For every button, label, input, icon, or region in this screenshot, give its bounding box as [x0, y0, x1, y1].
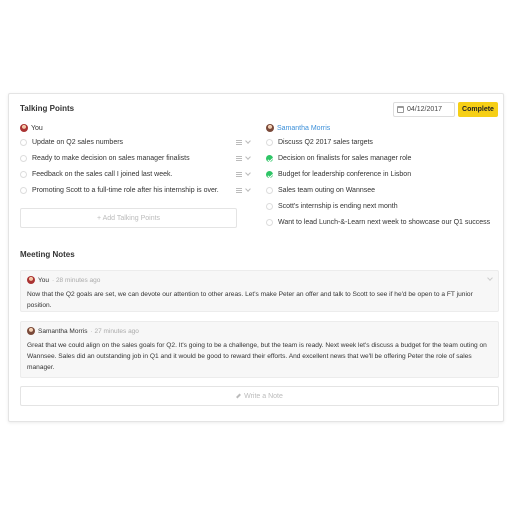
talking-point-item[interactable]: Promoting Scott to a full-time role afte… [20, 186, 260, 195]
talking-point-item[interactable]: Want to lead Lunch-&-Learn next week to … [266, 218, 496, 227]
drag-handle-icon[interactable] [236, 140, 242, 145]
left-column-header: You [20, 124, 43, 132]
talking-point-text: Sales team outing on Wannsee [278, 187, 376, 194]
write-note-placeholder: Write a Note [244, 392, 283, 400]
drag-handle-icon[interactable] [236, 188, 242, 193]
left-talking-points-list: Update on Q2 sales numbers Ready to make… [20, 138, 260, 202]
meeting-note: Samantha Morris · 27 minutes ago Great t… [20, 321, 499, 378]
checkbox[interactable] [266, 187, 273, 194]
talking-point-text: Decision on finalists for sales manager … [278, 155, 412, 162]
talking-point-item[interactable]: Decision on finalists for sales manager … [266, 154, 496, 163]
avatar [20, 124, 28, 132]
talking-point-item[interactable]: Budget for leadership conference in Lisb… [266, 170, 496, 179]
note-body: Great that we could align on the sales g… [27, 342, 487, 371]
talking-point-text: Budget for leadership conference in Lisb… [278, 171, 412, 178]
avatar [266, 124, 274, 132]
talking-point-text: Discuss Q2 2017 sales targets [278, 139, 373, 146]
note-author: You [38, 276, 49, 284]
checked-checkbox[interactable] [266, 155, 273, 162]
date-value: 04/12/2017 [407, 106, 443, 113]
note-body: Now that the Q2 goals are set, we can de… [27, 291, 473, 309]
talking-point-item[interactable]: Ready to make decision on sales manager … [20, 154, 260, 163]
talking-point-text: Ready to make decision on sales manager … [32, 155, 190, 162]
note-timestamp: · 28 minutes ago [51, 276, 101, 284]
date-picker[interactable]: 04/12/2017 [393, 102, 455, 117]
talking-points-title: Talking Points [20, 104, 75, 113]
right-column-header: Samantha Morris [266, 124, 330, 132]
checkbox[interactable] [266, 139, 273, 146]
checkbox[interactable] [20, 155, 27, 162]
checkbox[interactable] [266, 219, 273, 226]
chevron-down-icon[interactable] [245, 138, 251, 144]
drag-handle-icon[interactable] [236, 172, 242, 177]
right-owner-name[interactable]: Samantha Morris [277, 125, 330, 132]
chevron-down-icon[interactable] [245, 154, 251, 160]
left-owner-name: You [31, 124, 43, 132]
meeting-notes-title: Meeting Notes [20, 250, 75, 259]
talking-point-item[interactable]: Scott's internship is ending next month [266, 202, 496, 211]
checkbox[interactable] [266, 203, 273, 210]
note-header: Samantha Morris · 27 minutes ago [27, 327, 492, 335]
avatar [27, 276, 35, 284]
talking-point-text: Scott's internship is ending next month [278, 203, 398, 210]
talking-point-text: Promoting Scott to a full-time role afte… [32, 187, 219, 194]
checkbox[interactable] [20, 139, 27, 146]
talking-point-text: Want to lead Lunch-&-Learn next week to … [278, 219, 491, 226]
right-talking-points-list: Discuss Q2 2017 sales targets Decision o… [266, 138, 496, 234]
note-header: You · 28 minutes ago [27, 276, 492, 284]
meeting-note: You · 28 minutes ago Now that the Q2 goa… [20, 270, 499, 312]
write-note-input[interactable]: Write a Note [20, 386, 499, 406]
one-on-one-card: Talking Points 04/12/2017 Complete You S… [8, 93, 504, 422]
talking-point-item[interactable]: Sales team outing on Wannsee [266, 186, 496, 195]
checkbox[interactable] [20, 187, 27, 194]
talking-point-text: Feedback on the sales call I joined last… [32, 171, 173, 178]
calendar-icon [397, 106, 404, 113]
complete-button[interactable]: Complete [458, 102, 498, 117]
note-author[interactable]: Samantha Morris [38, 328, 88, 335]
checkbox[interactable] [20, 171, 27, 178]
talking-point-item[interactable]: Discuss Q2 2017 sales targets [266, 138, 496, 147]
talking-point-text: Update on Q2 sales numbers [32, 139, 124, 146]
add-talking-points-button[interactable]: + Add Talking Points [20, 208, 237, 228]
chevron-down-icon[interactable] [245, 170, 251, 176]
note-timestamp: · 27 minutes ago [90, 327, 139, 335]
pencil-icon [236, 393, 242, 399]
drag-handle-icon[interactable] [236, 156, 242, 161]
chevron-down-icon[interactable] [245, 186, 251, 192]
talking-point-item[interactable]: Update on Q2 sales numbers [20, 138, 260, 147]
checked-checkbox[interactable] [266, 171, 273, 178]
talking-point-item[interactable]: Feedback on the sales call I joined last… [20, 170, 260, 179]
avatar [27, 327, 35, 335]
